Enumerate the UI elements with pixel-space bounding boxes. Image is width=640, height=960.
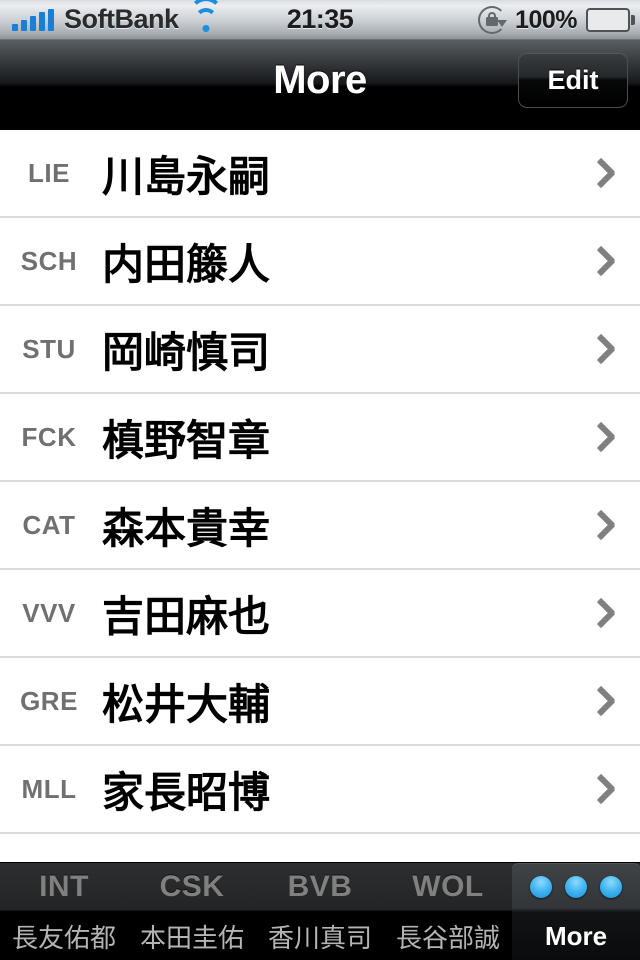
list-bottom-filler bbox=[0, 834, 640, 862]
chevron-right-icon bbox=[594, 683, 616, 719]
tab-wol[interactable]: WOL 長谷部誠 bbox=[384, 863, 512, 960]
battery-icon bbox=[586, 8, 635, 32]
tab-code-csk: CSK bbox=[159, 870, 225, 903]
list-item-name: 家長昭博 bbox=[102, 768, 271, 816]
list-item-code: LIE bbox=[28, 157, 70, 188]
tab-label-more: More bbox=[544, 920, 608, 951]
iphone-screen: SoftBank 21:35 100% More Edit LIE 川島永嗣 S… bbox=[0, 0, 640, 960]
list-item[interactable]: GRE 松井大輔 bbox=[0, 658, 640, 746]
tab-csk[interactable]: CSK 本田圭佑 bbox=[128, 863, 256, 960]
list-item[interactable]: FCK 槙野智章 bbox=[0, 394, 640, 482]
list-item-code: CAT bbox=[22, 509, 76, 540]
chevron-right-icon bbox=[594, 595, 616, 631]
list-item-code: FCK bbox=[21, 421, 77, 452]
tab-bar: INT 長友佑都 CSK 本田圭佑 BVB 香川真司 WOL 長谷部誠 More bbox=[0, 862, 640, 960]
list-item[interactable]: CAT 森本貴幸 bbox=[0, 482, 640, 570]
list-item-code: GRE bbox=[20, 685, 78, 716]
navigation-bar: More Edit bbox=[0, 40, 640, 130]
list-item[interactable]: VVV 吉田麻也 bbox=[0, 570, 640, 658]
status-bar: SoftBank 21:35 100% bbox=[0, 0, 640, 40]
tab-label-bvb: 香川真司 bbox=[267, 922, 372, 953]
list-item-code: MLL bbox=[21, 773, 77, 804]
tab-bvb[interactable]: BVB 香川真司 bbox=[256, 863, 384, 960]
battery-percent-label: 100% bbox=[515, 5, 577, 34]
list-item[interactable]: STU 岡崎慎司 bbox=[0, 306, 640, 394]
list-item-name: 内田籐人 bbox=[102, 240, 271, 288]
tab-code-wol: WOL bbox=[412, 870, 484, 903]
tab-label-csk: 本田圭佑 bbox=[139, 922, 244, 953]
tab-label-wol: 長谷部誠 bbox=[395, 922, 500, 953]
list-item-name: 森本貴幸 bbox=[102, 504, 271, 552]
tab-code-int: INT bbox=[39, 870, 89, 903]
more-list[interactable]: LIE 川島永嗣 SCH 内田籐人 STU 岡崎慎司 FCK 槙野智章 CAT … bbox=[0, 130, 640, 862]
list-item-name: 槙野智章 bbox=[102, 416, 271, 464]
tab-code-bvb: BVB bbox=[287, 870, 353, 903]
list-item-code: SCH bbox=[20, 245, 78, 276]
list-item-code: VVV bbox=[22, 597, 76, 628]
chevron-right-icon bbox=[594, 155, 616, 191]
chevron-right-icon bbox=[594, 419, 616, 455]
list-item-code: STU bbox=[22, 333, 76, 364]
chevron-right-icon bbox=[594, 331, 616, 367]
tab-more[interactable]: More bbox=[512, 863, 640, 960]
list-item-name: 川島永嗣 bbox=[102, 152, 271, 200]
tab-label-int: 長友佑都 bbox=[11, 922, 116, 953]
list-item-name: 岡崎慎司 bbox=[102, 328, 271, 376]
list-item[interactable]: SCH 内田籐人 bbox=[0, 218, 640, 306]
list-item[interactable]: LIE 川島永嗣 bbox=[0, 130, 640, 218]
chevron-right-icon bbox=[594, 507, 616, 543]
status-bar-right: 100% bbox=[478, 0, 635, 40]
list-item-name: 吉田麻也 bbox=[102, 592, 271, 640]
list-item[interactable]: MLL 家長昭博 bbox=[0, 746, 640, 834]
chevron-right-icon bbox=[594, 771, 616, 807]
tab-int[interactable]: INT 長友佑都 bbox=[0, 863, 128, 960]
three-dots-icon bbox=[530, 863, 622, 911]
list-item-name: 松井大輔 bbox=[102, 680, 271, 728]
edit-button[interactable]: Edit bbox=[518, 52, 628, 108]
rotation-lock-icon bbox=[478, 6, 508, 34]
chevron-right-icon bbox=[594, 243, 616, 279]
